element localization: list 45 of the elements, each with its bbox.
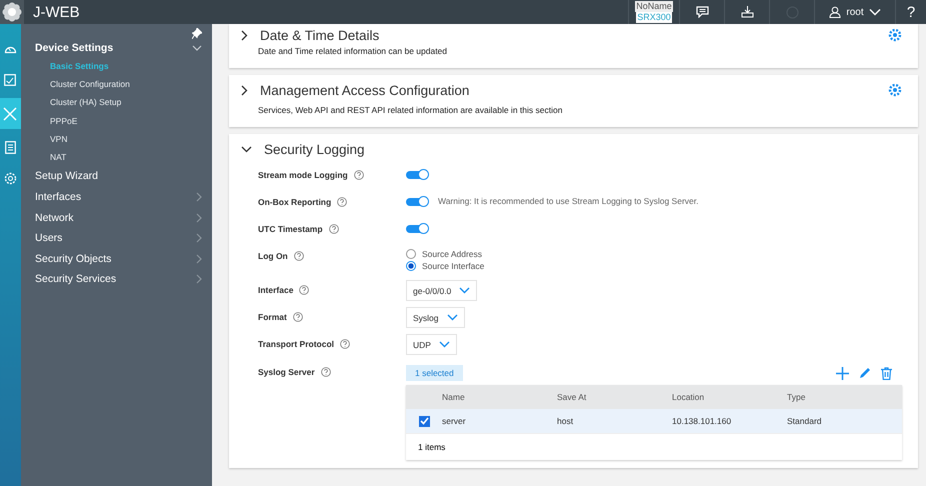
field-label: On-Box Reporting	[258, 197, 332, 207]
sidebar-item[interactable]: Security Objects	[20, 248, 202, 270]
radio-label: Source Interface	[422, 261, 484, 271]
sidebar-subitem[interactable]: NAT	[20, 148, 202, 166]
field-label: Transport Protocol	[258, 339, 334, 349]
sidebar-item[interactable]: Setup Wizard	[20, 166, 202, 187]
app-logo: J-WEB	[33, 4, 80, 20]
dropdown[interactable]: UDP	[406, 334, 457, 355]
warning-text: Warning: It is recommended to use Stream Logging to Syslog Server.	[438, 196, 698, 206]
section-title: Security Logging	[264, 142, 365, 156]
section-title: Management Access Configuration	[260, 82, 470, 98]
column-header[interactable]: Save At	[557, 392, 672, 402]
sidebar-item[interactable]: Users	[20, 228, 202, 248]
device-model: SRX300	[636, 12, 672, 23]
sidebar-item[interactable]: Device Settings	[20, 39, 202, 57]
sidebar-item[interactable]: Security Services	[20, 269, 202, 290]
table-cell-text: host	[557, 416, 574, 426]
field-label: Log On	[258, 251, 288, 261]
sidebar-item[interactable]: Network	[20, 207, 202, 228]
table-cell-text: server	[442, 416, 467, 426]
field-label: Stream mode Logging	[258, 170, 348, 180]
dropdown[interactable]: Syslog	[406, 307, 465, 328]
field-label: Syslog Server	[258, 367, 315, 377]
section-title: Date & Time Details	[260, 28, 380, 42]
sidebar-item[interactable]: Interfaces	[20, 186, 202, 208]
column-header[interactable]: Location	[672, 392, 787, 402]
column-header[interactable]: Type	[787, 392, 902, 402]
section-description: Date and Time related information can be updated	[257, 46, 448, 58]
field-label: Interface	[258, 285, 294, 295]
sidebar-subitem[interactable]: VPN	[20, 130, 202, 148]
section-description: Services, Web API and REST API related information are available in this section	[257, 105, 564, 117]
column-header[interactable]: Name	[442, 392, 557, 402]
item-count: 1 items	[418, 442, 446, 452]
device-name: NoName	[635, 1, 673, 12]
field-label: Format	[258, 312, 287, 322]
field-label: UTC Timestamp	[258, 224, 323, 234]
table-cell-text: Standard	[787, 416, 822, 426]
sidebar-subitem[interactable]: PPPoE	[20, 112, 202, 130]
selection-count: 1 selected	[406, 365, 463, 381]
help-button[interactable]: ?	[906, 4, 916, 20]
radio-label: Source Address	[422, 249, 482, 259]
sidebar-subitem[interactable]: Cluster Configuration	[20, 75, 202, 94]
table-cell-text: 10.138.101.160	[672, 416, 732, 426]
sidebar-subitem[interactable]: Cluster (HA) Setup	[20, 93, 202, 112]
dropdown[interactable]: ge-0/0/0.0	[406, 280, 478, 301]
